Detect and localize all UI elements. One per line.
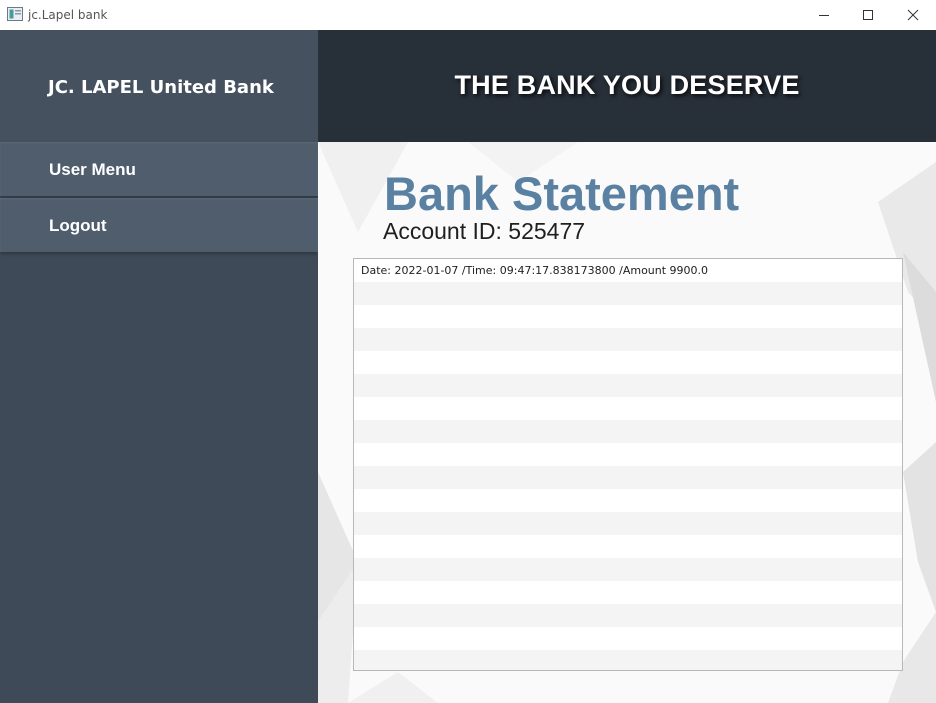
list-item-empty xyxy=(354,512,902,535)
header-banner: THE BANK YOU DESERVE xyxy=(318,30,936,142)
sidebar: JC. LAPEL United Bank User Menu Logout xyxy=(0,30,318,703)
list-item-empty xyxy=(354,535,902,558)
list-item-empty xyxy=(354,581,902,604)
account-id-line: Account ID: 525477 xyxy=(383,218,585,245)
list-item-empty xyxy=(354,627,902,650)
main-panel: Bank Statement Account ID: 525477 Date: … xyxy=(318,142,936,703)
brand-name: JC. LAPEL United Bank xyxy=(48,77,274,98)
sidebar-item-logout[interactable]: Logout xyxy=(0,198,318,252)
list-item-empty xyxy=(354,282,902,305)
maximize-button[interactable] xyxy=(845,0,891,30)
list-item-empty xyxy=(354,420,902,443)
window-title: jc.Lapel bank xyxy=(28,8,108,22)
page-title: Bank Statement xyxy=(384,167,740,220)
maximize-icon xyxy=(863,10,873,20)
minimize-button[interactable] xyxy=(801,0,847,30)
sidebar-item-user-menu[interactable]: User Menu xyxy=(0,142,318,196)
sidebar-item-label: User Menu xyxy=(49,160,136,179)
list-item-empty xyxy=(354,397,902,420)
close-icon xyxy=(907,9,919,21)
header-tagline: THE BANK YOU DESERVE xyxy=(454,70,800,100)
brand-panel: JC. LAPEL United Bank xyxy=(0,30,318,142)
list-item[interactable]: Date: 2022-01-07 /Time: 09:47:17.8381738… xyxy=(354,259,902,282)
window-titlebar: jc.Lapel bank xyxy=(0,0,936,30)
list-item-empty xyxy=(354,489,902,512)
transaction-list[interactable]: Date: 2022-01-07 /Time: 09:47:17.8381738… xyxy=(353,258,903,671)
list-item-empty xyxy=(354,443,902,466)
account-id-value: 525477 xyxy=(508,218,586,244)
list-item-empty xyxy=(354,466,902,489)
list-item-empty xyxy=(354,650,902,670)
minimize-icon xyxy=(819,15,829,16)
list-item-empty xyxy=(354,604,902,627)
close-button[interactable] xyxy=(890,0,936,30)
account-id-label: Account ID: xyxy=(383,218,509,244)
list-item-empty xyxy=(354,305,902,328)
list-item-empty xyxy=(354,558,902,581)
list-item-empty xyxy=(354,328,902,351)
list-item-empty xyxy=(354,374,902,397)
sidebar-item-label: Logout xyxy=(49,216,107,235)
list-item-empty xyxy=(354,351,902,374)
app-icon xyxy=(7,7,23,21)
